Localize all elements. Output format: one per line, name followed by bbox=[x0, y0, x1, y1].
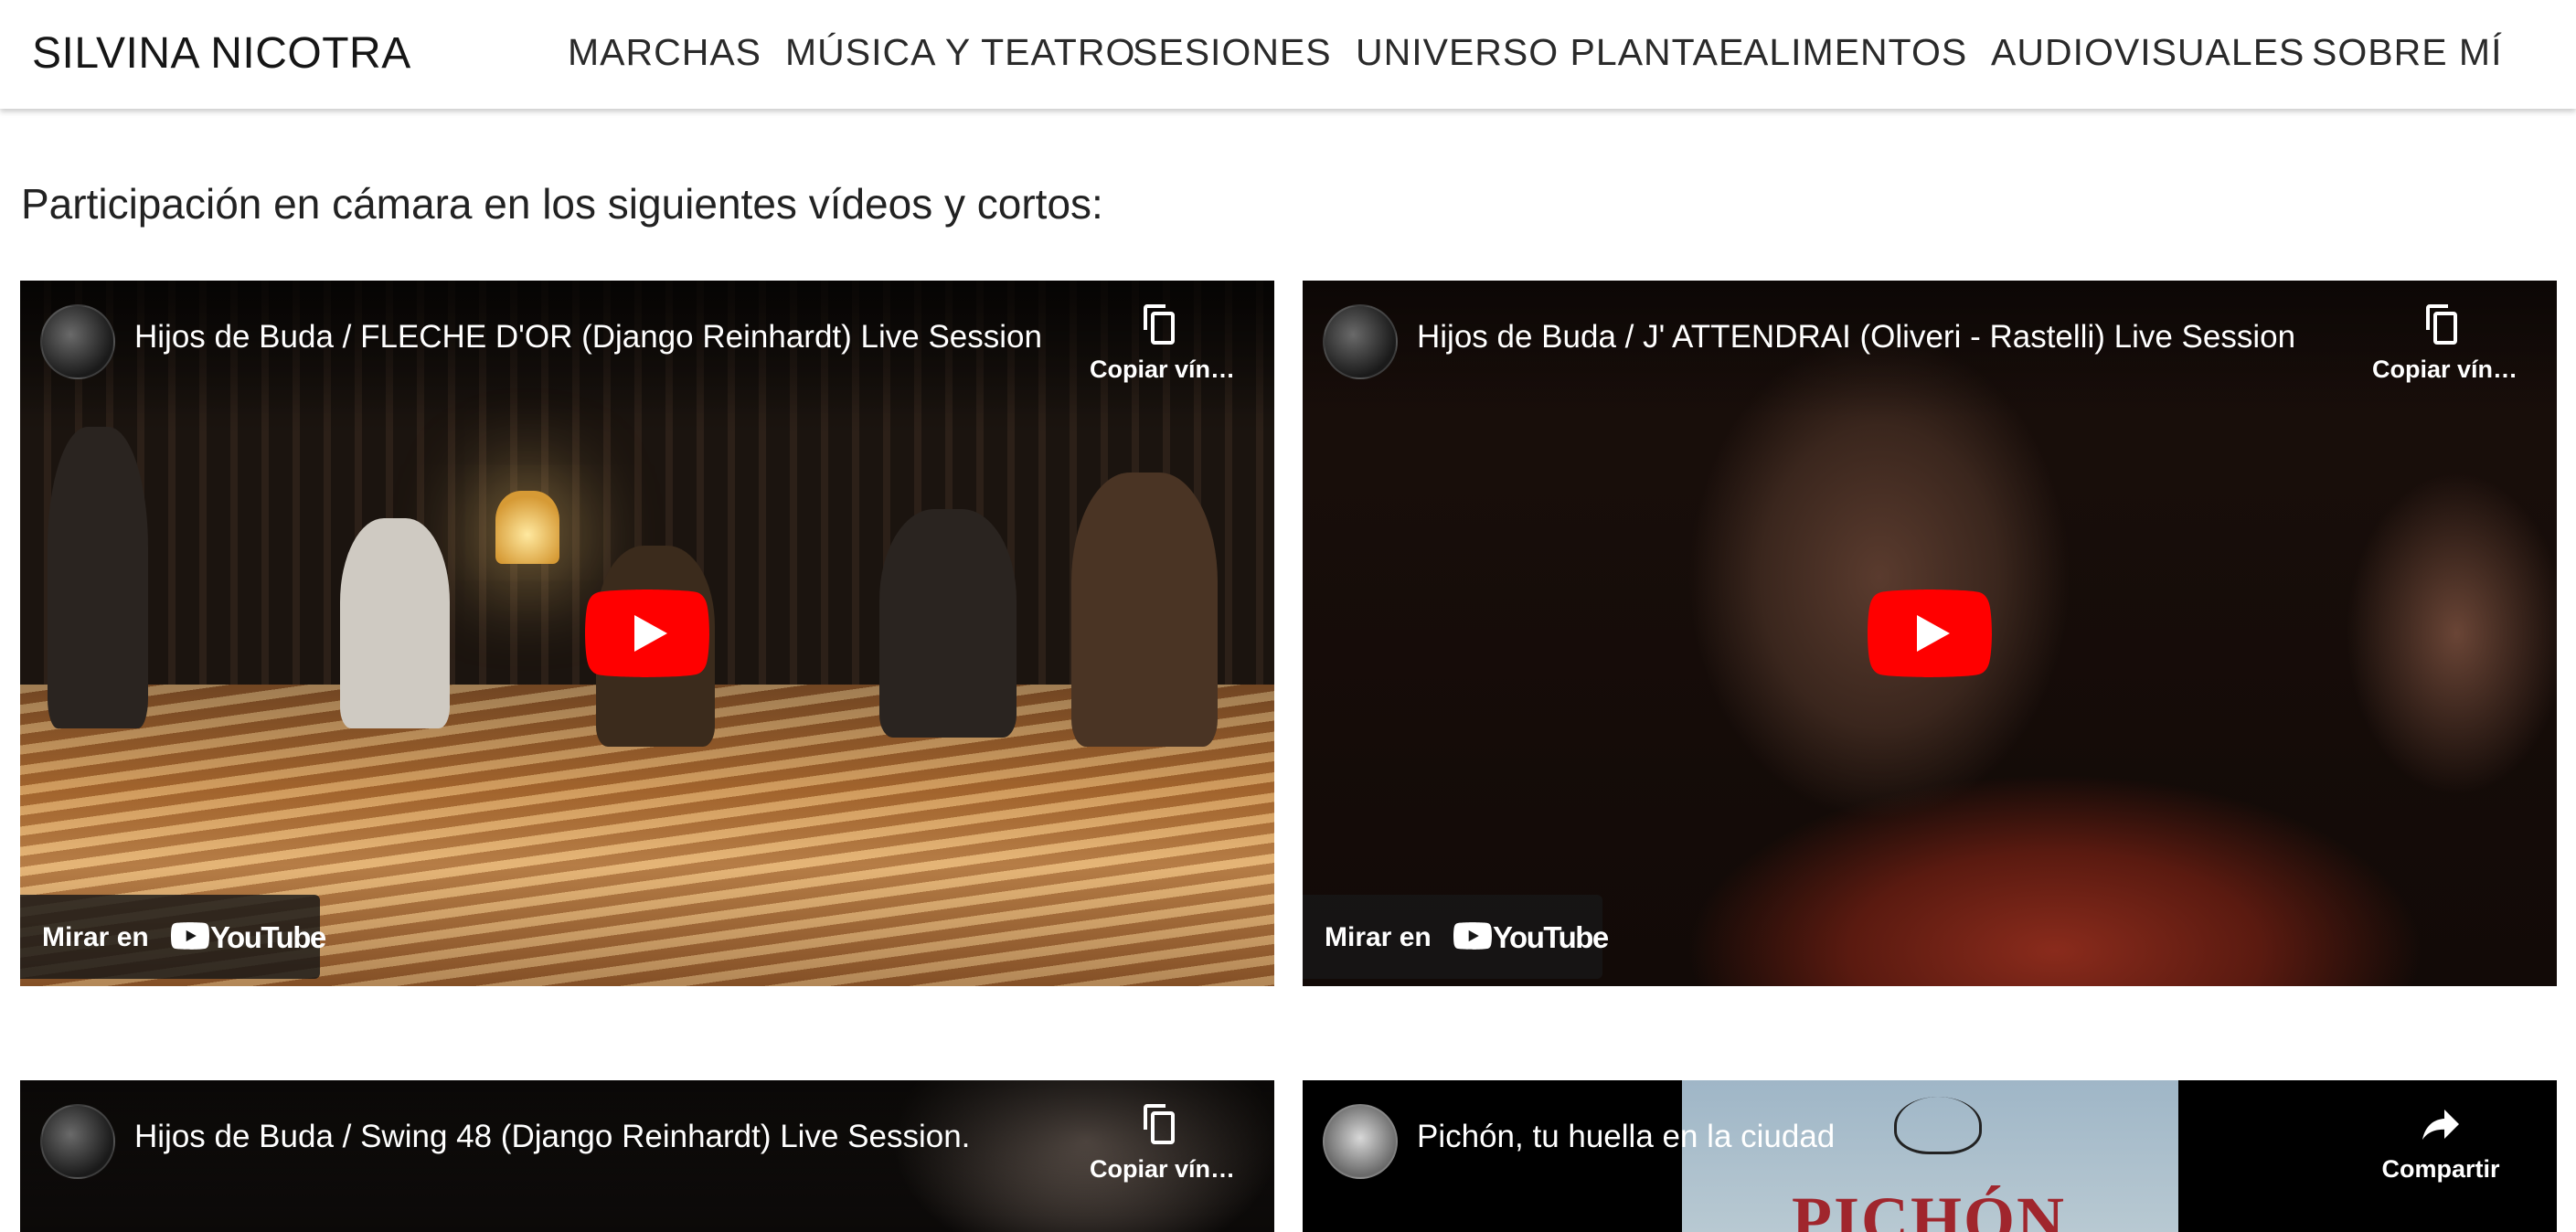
share-label: Compartir bbox=[2381, 1155, 2500, 1183]
play-button-icon[interactable] bbox=[1868, 589, 1992, 677]
copy-link-label: Copiar vín… bbox=[1090, 356, 1236, 383]
video-title[interactable]: Hijos de Buda / J' ATTENDRAI (Oliveri - … bbox=[1417, 319, 2295, 356]
nav-item-sobre-mi[interactable]: SOBRE MÍ bbox=[2312, 31, 2502, 74]
nav-item-marchas[interactable]: MARCHAS bbox=[568, 31, 761, 74]
nav-item-sesiones[interactable]: SESIONES bbox=[1133, 31, 1332, 74]
laurel-badge bbox=[1894, 1097, 1982, 1154]
copy-icon bbox=[2426, 304, 2457, 345]
share-icon bbox=[2422, 1110, 2459, 1140]
film-poster: PICHÓN bbox=[1682, 1080, 2178, 1232]
youtube-wordmark: YouTube bbox=[1493, 920, 1609, 954]
video-embed[interactable]: PICHÓN Pichón, tu huella en la ciudad Co… bbox=[1303, 1080, 2557, 1232]
youtube-logo-icon bbox=[1453, 922, 1492, 950]
watch-on-label: Mirar en bbox=[42, 922, 149, 952]
video-embed[interactable]: Hijos de Buda / FLECHE D'OR (Django Rein… bbox=[20, 281, 1274, 986]
channel-avatar[interactable] bbox=[1323, 304, 1398, 379]
watch-on-label: Mirar en bbox=[1325, 922, 1432, 952]
video-title[interactable]: Hijos de Buda / Swing 48 (Django Reinhar… bbox=[134, 1119, 970, 1155]
copy-icon bbox=[1144, 1104, 1175, 1144]
video-title[interactable]: Pichón, tu huella en la ciudad bbox=[1417, 1119, 1835, 1155]
channel-avatar[interactable] bbox=[40, 1104, 115, 1179]
youtube-wordmark: YouTube bbox=[210, 920, 326, 954]
copy-link-button[interactable]: Copiar vín… bbox=[1090, 303, 1236, 384]
youtube-logo-icon bbox=[171, 922, 209, 950]
video-thumbnail: PICHÓN bbox=[1303, 1080, 2557, 1232]
main-nav: MARCHAS MÚSICA Y TEATRO SESIONES UNIVERS… bbox=[0, 31, 2576, 77]
poster-title: PICHÓN bbox=[1792, 1184, 2066, 1232]
watch-on-youtube-button[interactable]: Mirar en YouTube bbox=[1303, 895, 1609, 979]
watch-on-youtube-button[interactable]: Mirar en YouTube bbox=[20, 895, 326, 979]
video-embed[interactable]: Hijos de Buda / J' ATTENDRAI (Oliveri - … bbox=[1303, 281, 2557, 986]
copy-link-button[interactable]: Copiar vín… bbox=[2372, 303, 2518, 384]
nav-item-audiovisuales[interactable]: AUDIOVISUALES bbox=[1991, 31, 2305, 74]
copy-link-label: Copiar vín… bbox=[2372, 356, 2518, 383]
play-button-icon[interactable] bbox=[585, 589, 709, 677]
share-button[interactable]: Compartir bbox=[2372, 1102, 2509, 1184]
video-embed[interactable]: Hijos de Buda / Swing 48 (Django Reinhar… bbox=[20, 1080, 1274, 1232]
copy-icon bbox=[1144, 304, 1175, 345]
copy-link-button[interactable]: Copiar vín… bbox=[1090, 1102, 1236, 1184]
channel-avatar[interactable] bbox=[40, 304, 115, 379]
nav-item-universo-plantae[interactable]: UNIVERSO PLANTAE bbox=[1356, 31, 1744, 74]
channel-avatar[interactable] bbox=[1323, 1104, 1398, 1179]
nav-item-musica-y-teatro[interactable]: MÚSICA Y TEATRO bbox=[785, 31, 1135, 74]
site-header: SILVINA NICOTRA MARCHAS MÚSICA Y TEATRO … bbox=[0, 0, 2576, 109]
copy-link-label: Copiar vín… bbox=[1090, 1155, 1236, 1183]
nav-item-alimentos[interactable]: ALIMENTOS bbox=[1743, 31, 1967, 74]
video-title[interactable]: Hijos de Buda / FLECHE D'OR (Django Rein… bbox=[134, 319, 1042, 356]
section-intro: Participación en cámara en los siguiente… bbox=[21, 180, 1103, 228]
